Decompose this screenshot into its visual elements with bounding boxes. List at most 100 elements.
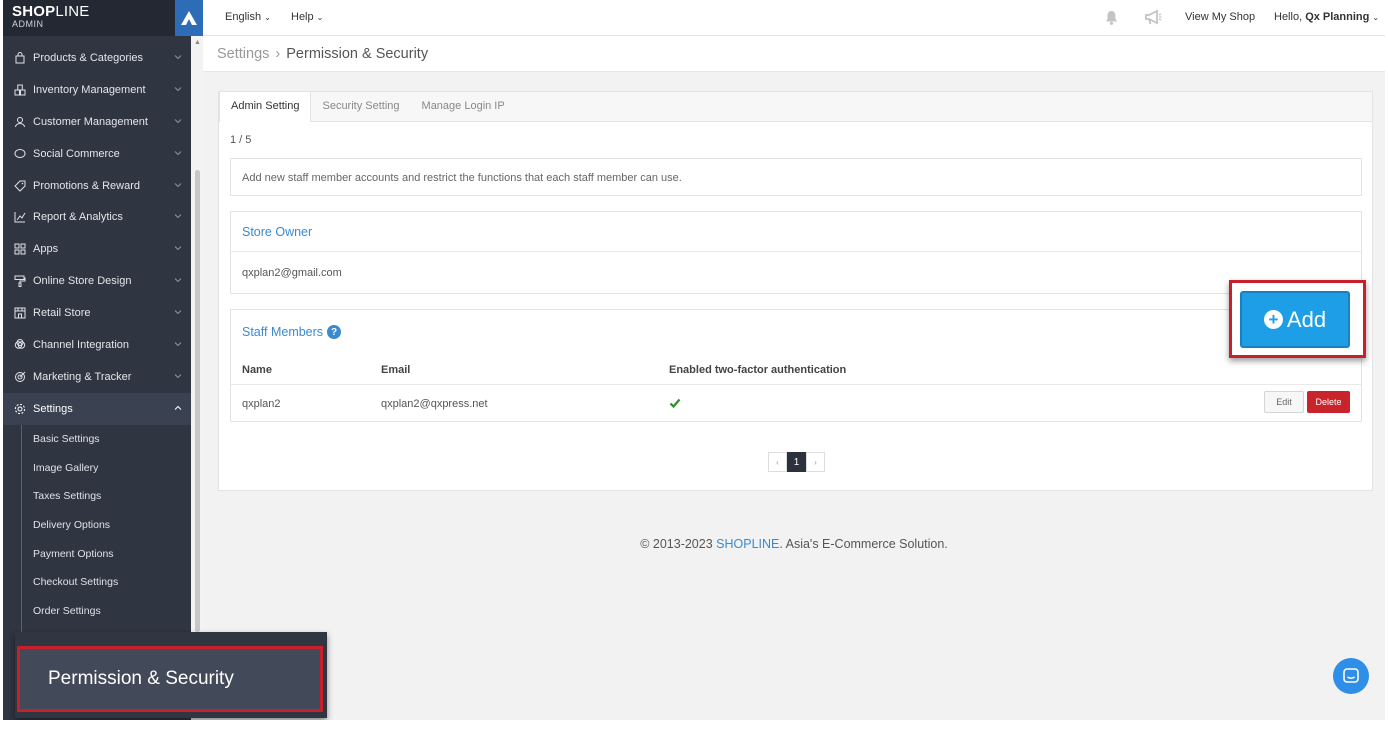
staff-members-title: Staff Members xyxy=(242,325,324,339)
bell-icon[interactable] xyxy=(1103,9,1120,29)
chevron-up-icon xyxy=(174,405,182,410)
zoom-callout: Permission & Security xyxy=(15,632,327,718)
brand-header[interactable]: SHOPLINE ADMIN xyxy=(3,0,203,36)
boxes-icon xyxy=(13,83,26,96)
sidebar-subitem-payment-options[interactable]: Payment Options xyxy=(3,539,191,568)
app-window: SHOPLINE ADMIN Products & Categories Inv… xyxy=(3,0,1385,720)
edit-button[interactable]: Edit xyxy=(1264,391,1304,413)
sidebar-item-retail-store[interactable]: Retail Store xyxy=(3,297,191,329)
column-header-two-factor: Enabled two-factor authentication xyxy=(669,364,847,376)
sidebar-subitem-delivery-options[interactable]: Delivery Options xyxy=(3,511,191,540)
chevron-down-icon xyxy=(174,214,182,219)
column-header-email: Email xyxy=(381,364,411,376)
sidebar-item-inventory[interactable]: Inventory Management xyxy=(3,74,191,106)
sidebar-subitem-basic-settings[interactable]: Basic Settings xyxy=(3,425,191,454)
permission-card: Admin Setting Security Setting Manage Lo… xyxy=(218,91,1373,491)
chat-bubble-icon xyxy=(13,147,26,160)
settings-submenu: Basic Settings Image Gallery Taxes Setti… xyxy=(3,424,191,638)
sidebar-item-label: Settings xyxy=(33,402,73,415)
megaphone-icon[interactable] xyxy=(1144,9,1163,29)
sidebar-item-promotions[interactable]: Promotions & Reward xyxy=(3,170,191,202)
sidebar-item-label: Marketing & Tracker xyxy=(33,370,132,383)
chart-icon xyxy=(13,211,26,224)
pagination-page-1[interactable]: 1 xyxy=(787,452,806,472)
sidebar-subitem-image-gallery[interactable]: Image Gallery xyxy=(3,453,191,482)
help-dropdown[interactable]: Help ⌄ xyxy=(291,11,323,23)
sidebar-subitem-taxes-settings[interactable]: Taxes Settings xyxy=(3,482,191,511)
language-label: English xyxy=(225,11,262,23)
sidebar-item-settings[interactable]: Settings xyxy=(3,392,191,425)
chevron-down-icon xyxy=(174,310,182,315)
sidebar-subitem-checkout-settings[interactable]: Checkout Settings xyxy=(3,568,191,597)
chat-launcher-icon[interactable] xyxy=(1333,658,1369,694)
apps-grid-icon xyxy=(13,243,26,256)
store-owner-panel: Store Owner qxplan2@gmail.com xyxy=(230,211,1362,294)
delete-button[interactable]: Delete xyxy=(1307,391,1350,413)
chevron-down-icon xyxy=(174,118,182,123)
chevron-down-icon: ⌄ xyxy=(264,13,271,22)
sidebar-item-label: Products & Categories xyxy=(33,51,144,64)
sidebar-item-label: Customer Management xyxy=(33,115,148,128)
highlight-box-add: + Add xyxy=(1229,280,1366,358)
sidebar-item-label: Retail Store xyxy=(33,307,91,320)
person-icon xyxy=(13,115,26,128)
pagination-next[interactable]: › xyxy=(806,452,825,472)
sidebar-item-apps[interactable]: Apps xyxy=(3,233,191,265)
chevron-down-icon xyxy=(174,87,182,92)
top-bar: English ⌄ Help ⌄ View My Shop Hello, Qx Pl… xyxy=(203,0,1385,36)
user-menu[interactable]: Hello, Qx Planning ⌄ xyxy=(1274,11,1379,23)
sidebar-subitem-order-settings[interactable]: Order Settings xyxy=(3,597,191,626)
sidebar-item-social-commerce[interactable]: Social Commerce xyxy=(3,138,191,170)
page-title: Permission & Security xyxy=(286,45,429,62)
footer-brand-link[interactable]: SHOPLINE xyxy=(716,537,779,551)
sidebar-item-customers[interactable]: Customer Management xyxy=(3,106,191,138)
chevron-down-icon xyxy=(174,374,182,379)
language-dropdown[interactable]: English ⌄ xyxy=(225,11,271,23)
sidebar-item-reports[interactable]: Report & Analytics xyxy=(3,201,191,233)
help-question-icon[interactable]: ? xyxy=(327,325,342,339)
shopline-logo: SHOPLINE ADMIN xyxy=(12,4,89,31)
staff-members-panel: Staff Members ? Name Email Enabled two-f… xyxy=(230,309,1362,422)
tab-admin-setting[interactable]: Admin Setting xyxy=(219,92,312,122)
footer-tagline: . Asia's E-Commerce Solution. xyxy=(779,537,948,551)
sidebar-menu: Products & Categories Inventory Manageme… xyxy=(3,42,191,638)
brand-mark-icon xyxy=(175,0,203,36)
plus-circle-icon: + xyxy=(1263,310,1283,329)
tab-manage-login-ip[interactable]: Manage Login IP xyxy=(411,92,516,121)
pagination-prev[interactable]: ‹ xyxy=(768,452,787,472)
store-owner-title: Store Owner xyxy=(231,212,1361,252)
greeting-text: Hello, xyxy=(1274,11,1303,23)
tag-icon xyxy=(13,179,26,192)
sidebar-item-label: Channel Integration xyxy=(33,338,130,351)
chevron-down-icon xyxy=(174,55,182,60)
add-staff-button[interactable]: + Add xyxy=(1240,291,1350,348)
sidebar-item-store-design[interactable]: Online Store Design xyxy=(3,265,191,297)
add-button-label: Add xyxy=(1286,306,1327,332)
sidebar-item-label: Apps xyxy=(33,243,59,256)
breadcrumb-settings-link[interactable]: Settings xyxy=(217,46,269,62)
sidebar-item-channel-integration[interactable]: Channel Integration xyxy=(3,329,191,361)
channels-icon xyxy=(13,338,26,351)
sidebar: SHOPLINE ADMIN Products & Categories Inv… xyxy=(3,0,203,720)
chevron-right-icon: › xyxy=(275,45,281,62)
staff-members-header: Staff Members ? xyxy=(231,310,1361,354)
sidebar-scrollbar-thumb[interactable] xyxy=(195,170,200,632)
sidebar-item-label: Online Store Design xyxy=(33,275,132,288)
view-my-shop-link[interactable]: View My Shop xyxy=(1185,11,1255,23)
highlight-box-permission-security[interactable]: Permission & Security xyxy=(17,646,323,712)
gear-icon xyxy=(13,402,26,415)
breadcrumb: Settings › Permission & Security xyxy=(203,36,1385,72)
sidebar-subitem-permission-security[interactable]: Permission & Security xyxy=(48,668,234,690)
sidebar-item-products[interactable]: Products & Categories xyxy=(3,42,191,74)
footer: © 2013-2023 SHOPLINE. Asia's E-Commerce … xyxy=(203,537,1385,551)
info-box: Add new staff member accounts and restri… xyxy=(230,158,1362,196)
sidebar-item-marketing[interactable]: Marketing & Tracker xyxy=(3,361,191,393)
sidebar-item-label: Promotions & Reward xyxy=(33,179,140,192)
tab-security-setting[interactable]: Security Setting xyxy=(311,92,410,121)
paint-roller-icon xyxy=(13,275,26,288)
staff-name: qxplan2 xyxy=(242,398,281,410)
pagination: ‹ 1 › xyxy=(768,452,825,472)
column-header-name: Name xyxy=(242,364,272,376)
scroll-up-arrow-icon[interactable]: ▲ xyxy=(194,39,201,46)
chevron-down-icon xyxy=(174,246,182,251)
